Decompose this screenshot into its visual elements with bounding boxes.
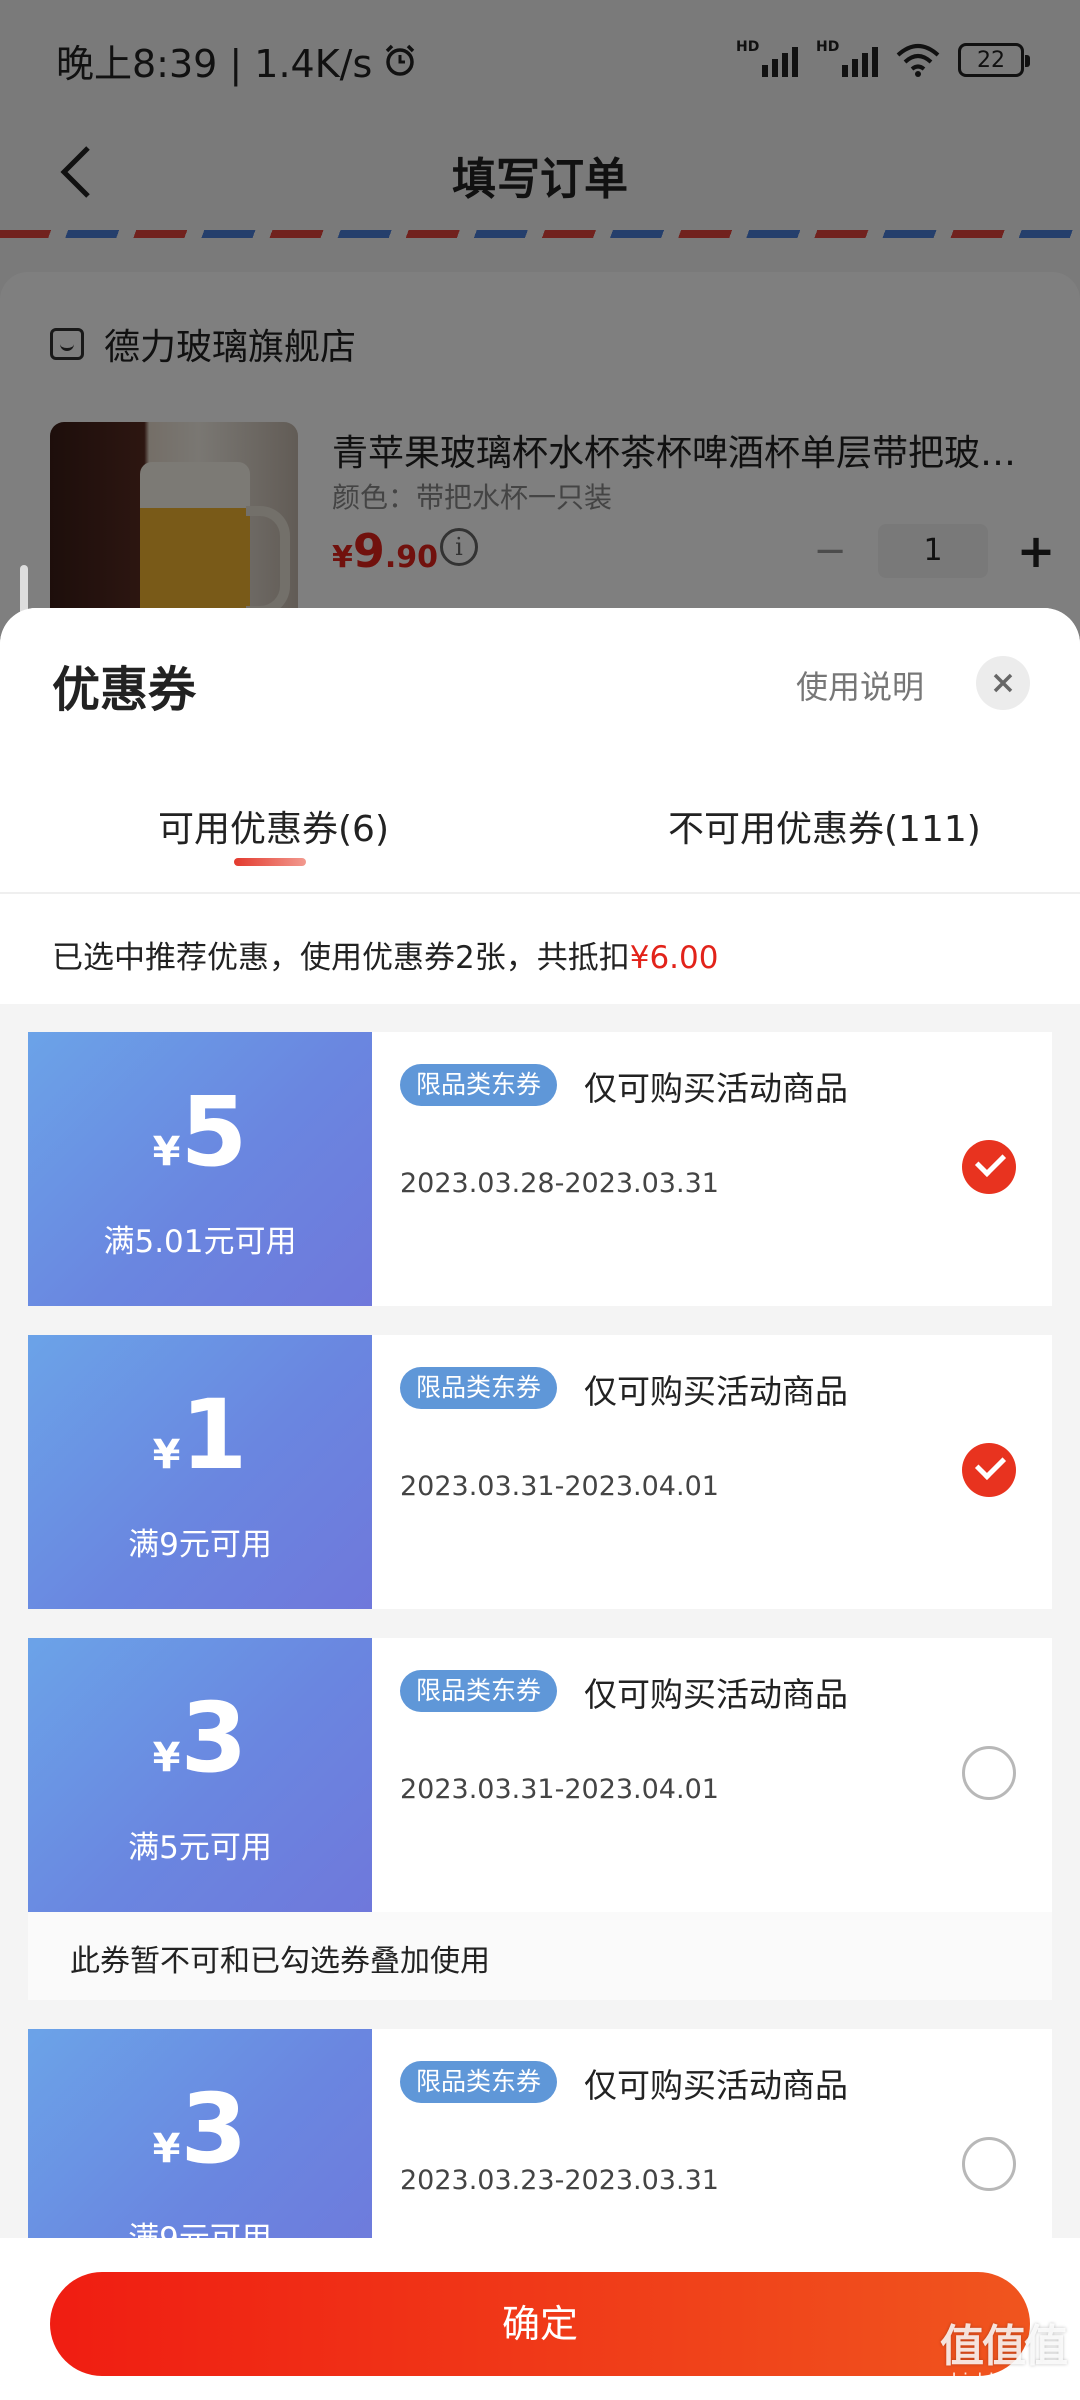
coupon-checkbox-unchecked[interactable]	[962, 2137, 1016, 2191]
selection-summary: 已选中推荐优惠，使用优惠券2张，共抵扣¥6.00	[0, 894, 1080, 1004]
watermark-logo: 值值值	[940, 2321, 1068, 2372]
coupon-sheet: 优惠券 使用说明 可用优惠券(6) 不可用优惠券(111) 已选中推荐优惠，使用…	[0, 608, 1080, 2400]
coupon-checkbox-checked[interactable]	[962, 1443, 1016, 1497]
coupon-card[interactable]: ¥1 满9元可用 限品类东券 仅可购买活动商品 2023.03.31-2023.…	[24, 1335, 1052, 1609]
coupon-scope: 仅可购买活动商品	[584, 1675, 848, 1714]
usage-instructions-link[interactable]: 使用说明	[796, 662, 924, 708]
coupon-validity-dates: 2023.03.31-2023.04.01	[400, 1471, 719, 1502]
confirm-button[interactable]: 确定	[50, 2272, 1030, 2376]
coupon-card[interactable]: ¥5 满5.01元可用 限品类东券 仅可购买活动商品 2023.03.28-20…	[24, 1032, 1052, 1306]
coupon-condition: 满9元可用	[128, 1527, 272, 1563]
close-icon	[993, 673, 1013, 693]
coupon-amount: ¥5	[152, 1076, 248, 1188]
coupon-type-badge: 限品类东券	[400, 1670, 558, 1712]
coupon-value-panel: ¥5 满5.01元可用	[24, 1032, 372, 1306]
sheet-title: 优惠券	[52, 662, 197, 718]
coupon-value-panel: ¥1 满9元可用	[24, 1335, 372, 1609]
watermark-url: zhizhizhi.com	[942, 2370, 1064, 2391]
close-button[interactable]	[976, 656, 1030, 710]
coupon-type-badge: 限品类东券	[400, 1064, 558, 1106]
coupon-amount: ¥3	[152, 1682, 248, 1794]
coupon-stacking-note: 此券暂不可和已勾选券叠加使用	[28, 1912, 1052, 2000]
coupon-condition: 满5元可用	[128, 1830, 272, 1866]
coupon-scope: 仅可购买活动商品	[584, 1069, 848, 1108]
summary-text: 已选中推荐优惠，使用优惠券2张，共抵扣	[52, 940, 630, 976]
tab-available-coupons[interactable]: 可用优惠券(6)	[158, 800, 389, 852]
coupon-validity-dates: 2023.03.28-2023.03.31	[400, 1168, 719, 1199]
summary-discount-amount: ¥6.00	[629, 940, 719, 976]
coupon-list: ¥5 满5.01元可用 限品类东券 仅可购买活动商品 2023.03.28-20…	[24, 1032, 1052, 2332]
coupon-value-panel: ¥3 满5元可用	[24, 1638, 372, 1912]
coupon-validity-dates: 2023.03.23-2023.03.31	[400, 2165, 719, 2196]
coupon-condition: 满5.01元可用	[103, 1224, 297, 1260]
tab-unavailable-coupons[interactable]: 不可用优惠券(111)	[668, 800, 981, 852]
coupon-checkbox-unchecked[interactable]	[962, 1746, 1016, 1800]
coupon-checkbox-checked[interactable]	[962, 1140, 1016, 1194]
coupon-scope: 仅可购买活动商品	[584, 2066, 848, 2105]
coupon-amount: ¥3	[152, 2073, 248, 2185]
coupon-amount: ¥1	[152, 1379, 248, 1491]
coupon-type-badge: 限品类东券	[400, 1367, 558, 1409]
coupon-validity-dates: 2023.03.31-2023.04.01	[400, 1774, 719, 1805]
confirm-bar: 确定	[0, 2238, 1080, 2400]
coupon-type-badge: 限品类东券	[400, 2061, 558, 2103]
sheet-header: 优惠券 使用说明 可用优惠券(6) 不可用优惠券(111)	[0, 608, 1080, 894]
coupon-scope: 仅可购买活动商品	[584, 1372, 848, 1411]
site-watermark: 值值值 zhizhizhi.com	[928, 2310, 1078, 2391]
active-tab-indicator	[234, 858, 306, 866]
coupon-card[interactable]: ¥3 满5元可用 限品类东券 仅可购买活动商品 2023.03.31-2023.…	[24, 1638, 1052, 1912]
